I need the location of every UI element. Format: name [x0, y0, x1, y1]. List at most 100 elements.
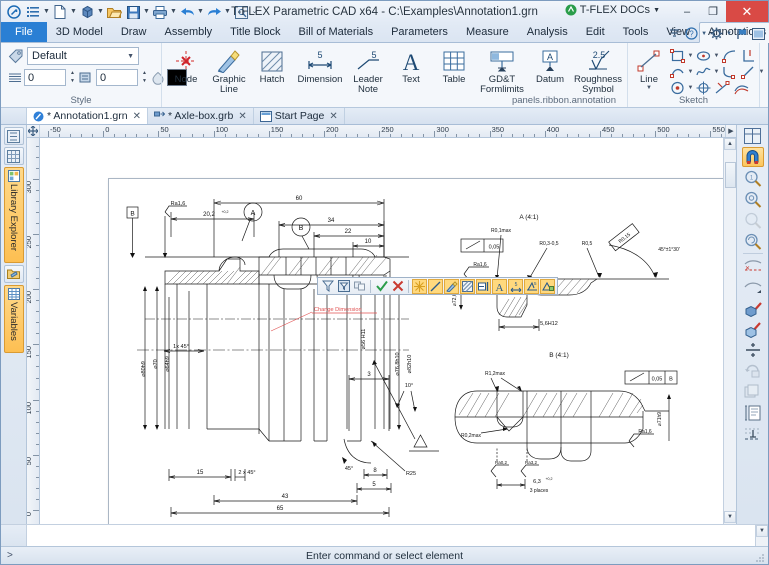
- hide-elements-icon[interactable]: ✕: [742, 256, 764, 276]
- rectangle-dropdown-arrow-icon[interactable]: ▼: [687, 53, 694, 59]
- check-solid-icon[interactable]: [742, 298, 764, 318]
- tab-bill-of-materials[interactable]: Bill of Materials: [290, 23, 383, 42]
- new3d-dropdown-arrow-icon[interactable]: ▼: [97, 3, 104, 21]
- select-dimension-icon[interactable]: [476, 279, 491, 294]
- circle-center-icon[interactable]: [668, 80, 687, 95]
- spline-dropdown-arrow-icon[interactable]: ▼: [713, 69, 720, 75]
- select-text-icon[interactable]: A: [492, 279, 507, 294]
- thickness-input[interactable]: 0: [96, 69, 138, 86]
- scroll-thumb[interactable]: [725, 162, 736, 188]
- select-leader-icon[interactable]: 5: [508, 279, 523, 294]
- library-explorer-tab[interactable]: Library Explorer: [4, 167, 24, 263]
- cancel-x-icon[interactable]: [390, 279, 405, 294]
- layers-icon[interactable]: [742, 382, 764, 402]
- tab-measure[interactable]: Measure: [457, 23, 518, 42]
- ruler-scroll-right-icon[interactable]: ▶: [725, 125, 736, 137]
- grid-snap-icon[interactable]: [742, 424, 764, 444]
- undo-icon[interactable]: [178, 3, 196, 21]
- doc-tab-start-page[interactable]: Start Page ✕: [254, 108, 345, 124]
- doc-tab-axle-box[interactable]: * Axle-box.grb ✕: [148, 108, 254, 124]
- zoom-extents-icon[interactable]: [742, 189, 764, 209]
- scroll-up-button[interactable]: ▲: [724, 138, 736, 150]
- grid-icon[interactable]: [4, 147, 24, 165]
- undo-dropdown-arrow-icon[interactable]: ▼: [197, 3, 204, 21]
- drawing-sheet[interactable]: 60 34 22: [108, 178, 723, 524]
- menu-dropdown-arrow-icon[interactable]: ▼: [43, 3, 50, 21]
- fraction-icon[interactable]: [742, 340, 764, 360]
- tab-edit[interactable]: Edit: [577, 23, 614, 42]
- arc-icon[interactable]: [720, 48, 739, 63]
- canvas-vertical-scrollbar[interactable]: ▲ ▼: [723, 138, 736, 524]
- filter-selection-icon[interactable]: [320, 279, 335, 294]
- circle-dropdown-arrow-icon[interactable]: ▼: [687, 85, 694, 91]
- spline-arc-icon[interactable]: [668, 64, 687, 79]
- gdt-formlimits-button[interactable]: GD&T Formlimits: [476, 46, 528, 95]
- command-line-area[interactable]: ▼: [1, 524, 768, 546]
- command-scroll-down-button[interactable]: ▼: [756, 525, 768, 537]
- doc-tab-start-page-close-icon[interactable]: ✕: [329, 111, 337, 122]
- tab-title-block[interactable]: Title Block: [221, 23, 289, 42]
- new-3d-model-icon[interactable]: [78, 3, 96, 21]
- table-button[interactable]: Table: [433, 46, 475, 85]
- model-tree-icon[interactable]: [4, 127, 24, 145]
- list-measure-icon[interactable]: [742, 403, 764, 423]
- help-icon[interactable]: ?: [684, 26, 699, 41]
- style-combo[interactable]: Default ▼: [27, 47, 139, 65]
- graphic-line-button[interactable]: Graphic Line: [208, 46, 250, 95]
- redo-dropdown-arrow-icon[interactable]: ▼: [224, 3, 231, 21]
- datum-button[interactable]: A Datum: [529, 46, 571, 85]
- flag-icon[interactable]: [734, 26, 749, 41]
- line-button[interactable]: Line ▼: [631, 46, 667, 91]
- hatch-button[interactable]: Hatch: [251, 46, 293, 85]
- close-button[interactable]: ✕: [726, 1, 768, 22]
- horizontal-ruler[interactable]: -50050100150200250300350400450500550 ▶: [27, 125, 736, 138]
- menu-list-icon[interactable]: [24, 3, 42, 21]
- crosshair-icon[interactable]: [694, 80, 713, 95]
- doc-tab-annotation1[interactable]: * Annotation1.grn ✕: [27, 108, 148, 124]
- ellipse-icon[interactable]: [694, 48, 713, 63]
- select-roughness-icon[interactable]: 5: [524, 279, 539, 294]
- ruler-origin-icon[interactable]: [27, 125, 40, 137]
- fillet-icon[interactable]: [720, 64, 739, 79]
- copy-button[interactable]: Copy: [763, 46, 769, 85]
- docs-dropdown-arrow-icon[interactable]: ▼: [653, 7, 660, 14]
- save-icon[interactable]: [124, 3, 142, 21]
- offset-icon[interactable]: [732, 80, 751, 95]
- zoom-previous-icon[interactable]: [742, 210, 764, 230]
- spline-icon[interactable]: [694, 64, 713, 79]
- dimension-button[interactable]: 5 Dimension: [294, 46, 346, 85]
- ellipse-dropdown-arrow-icon[interactable]: ▼: [713, 53, 720, 59]
- tab-assembly[interactable]: Assembly: [155, 23, 221, 42]
- print-icon[interactable]: [151, 3, 169, 21]
- tab-draw[interactable]: Draw: [112, 23, 156, 42]
- gear-dropdown-arrow-icon[interactable]: ▼: [726, 31, 732, 37]
- new-dropdown-arrow-icon[interactable]: ▼: [70, 3, 77, 21]
- resize-grip-icon[interactable]: [753, 551, 765, 563]
- select-line-icon[interactable]: [428, 279, 443, 294]
- maximize-button[interactable]: ❐: [700, 1, 726, 22]
- help-dropdown-arrow-icon[interactable]: ▼: [701, 31, 707, 37]
- zoom-window-icon[interactable]: 1: [742, 168, 764, 188]
- perpendicular-icon[interactable]: [739, 48, 758, 63]
- tab-parameters[interactable]: Parameters: [382, 23, 457, 42]
- tab-file[interactable]: File: [1, 22, 47, 42]
- variables-tab[interactable]: Variables: [4, 285, 24, 353]
- rotate-icon[interactable]: [742, 361, 764, 381]
- save-dropdown-arrow-icon[interactable]: ▼: [143, 3, 150, 21]
- line-dropdown-arrow-icon[interactable]: ▼: [646, 85, 652, 91]
- vertical-ruler[interactable]: 050100150200250300: [27, 138, 40, 524]
- ribbon-options-icon[interactable]: [667, 26, 682, 41]
- level-input[interactable]: 0: [24, 69, 66, 86]
- window-layout-icon[interactable]: [742, 126, 764, 146]
- style-combo-arrow-icon[interactable]: ▼: [127, 53, 134, 60]
- redo-icon[interactable]: [205, 3, 223, 21]
- open-folder-icon[interactable]: [105, 3, 123, 21]
- tab-tools[interactable]: Tools: [614, 23, 658, 42]
- tab-3d-model[interactable]: 3D Model: [47, 23, 112, 42]
- filter-group-icon[interactable]: [352, 279, 367, 294]
- check-solid2-icon[interactable]: [742, 319, 764, 339]
- select-node-icon[interactable]: [412, 279, 427, 294]
- thickness-spinner[interactable]: ▲▼: [140, 69, 149, 86]
- new-document-icon[interactable]: [51, 3, 69, 21]
- select-hatch-icon[interactable]: [460, 279, 475, 294]
